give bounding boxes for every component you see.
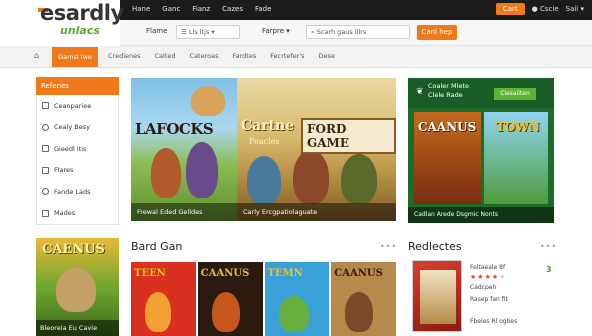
character-figure [56,268,96,312]
sidebar-item[interactable]: Mades [37,203,118,225]
hero-title-right: FORD GAME [301,118,396,154]
hero-carousel[interactable]: LAFOCKS Cartne Feacles FORD GAME Frewal … [131,78,396,221]
character-figure [345,292,374,332]
sidebar-heading: Refenes [36,77,119,95]
sidebar-item[interactable]: Cealy Besy [37,117,118,139]
character-figure [341,154,377,204]
promo-button[interactable]: Clesaiiten [494,88,536,100]
hero-slide-left[interactable] [131,78,237,221]
star-icon: ★ [499,273,506,281]
sidebar-item[interactable]: Ceanpariee [37,95,118,117]
home-icon[interactable]: ⌂ [34,51,39,60]
logo-tagline: unlacs [60,24,100,37]
logo-wordmark: esardly [40,1,124,25]
character-figure [145,292,171,332]
hero-title-left: LAFOCKS [135,120,214,138]
recommended-more-icon[interactable]: ••• [540,242,557,251]
top-nav-item-home[interactable]: Hane [132,3,150,15]
game-card[interactable]: CAANUS [331,262,396,336]
hero-caption-right: Carly Ercgpatiolaguate [237,203,396,221]
star-icon: ★ [484,273,491,281]
search-row: Flame ☰ Lls ltjs ▾ Farpre ▾ ⌕ Scarh gaus… [120,20,592,46]
character-figure [247,156,281,204]
review-count: 3 [546,265,552,274]
circle-icon [42,123,49,131]
star-icon: ★ [470,273,477,281]
character-figure [293,150,329,204]
category-tab[interactable]: Dese [319,52,335,60]
board-games-more-icon[interactable]: ••• [380,242,397,251]
account-link[interactable]: ● Cscie [532,3,559,15]
site-logo[interactable]: esardly unlacs [0,0,124,44]
game-card[interactable]: TEEN [131,262,196,336]
top-nav-item-games[interactable]: Ganc [162,3,180,15]
top-nav-item-fianz[interactable]: Fianz [192,3,210,15]
featured-game-title: CAENUS [42,242,105,257]
character-figure [186,142,218,198]
sidebar-item[interactable]: Fande Lads [37,181,118,203]
top-nav: Hane Ganc Fianz Cazes Fade [132,3,271,15]
sidebar-item[interactable]: Gieedl itis [37,138,118,160]
category-tab[interactable]: Calted [155,52,176,60]
character-figure [278,296,309,332]
featured-game-caption: Bleoreia Eu Cavie [36,320,119,336]
recommended-footer: Fbeles Rl ogbes [470,318,518,325]
game-card[interactable]: CAANUS [197,262,263,336]
cart-button[interactable]: Cart [495,3,525,15]
character-figure [151,148,181,198]
promo-header: ❦ Coaler Mlete Clele Rade Clesaiiten [408,78,554,108]
leaf-icon: ❦ [416,87,424,97]
board-games-heading: Bard Gan [131,240,183,253]
rating-stars: ★ ★ ★ ★ ★ [470,273,505,281]
category-tab[interactable]: Credienes [108,52,141,60]
category-tabs: Credienes Calted Cateroas Fardtes Fecrte… [108,52,335,60]
recommended-game-art [420,270,456,324]
hero-subtitle-mid: Feacles [249,137,280,146]
category-tab[interactable]: Fardtes [232,52,256,60]
chat-icon [42,209,49,217]
star-icon: ★ [491,273,499,281]
doc-icon [42,166,49,174]
top-right-actions: Cart ● Cscie Saii ▾ [495,3,584,15]
search-input[interactable]: ⌕ Scarh gaus lllrs [306,25,410,39]
list-icon [42,102,49,110]
recommended-heading: Redlectes [408,240,462,253]
star-icon: ★ [477,273,484,281]
promo-title-left: CAANUS [418,120,477,134]
category-tab[interactable]: Fecrtefer's [270,52,304,60]
game-card[interactable]: TEMN [264,262,330,336]
recommended-subtitle: Cadcpeh [470,284,497,291]
category-bar: ⌂ Gamsl Iwo Credienes Calted Cateroas Fa… [0,46,592,68]
board-games-row: TEEN CAANUS TEMN CAANUS [131,262,396,336]
sort-label[interactable]: Farpre ▾ [262,27,290,35]
sidebar-list: Ceanpariee Cealy Besy Gieedl itis Flares… [36,95,119,225]
top-nav-item-cazes[interactable]: Cazes [222,3,243,15]
filter-label: Flame [146,27,168,35]
character-figure [191,86,225,116]
featured-game-box[interactable]: CAENUS Bleoreia Eu Cavie [36,238,119,336]
recommended-title[interactable]: Feltaeale 8f [470,264,505,271]
grid-icon [42,145,49,153]
recommended-meta: Rasep fan fit [470,296,508,303]
promo-banner[interactable]: ❦ Coaler Mlete Clele Rade Clesaiiten CAA… [408,78,554,223]
ring-icon [42,188,49,196]
filter-select[interactable]: ☰ Lls ltjs ▾ [176,25,240,39]
hero-title-mid: Cartne [241,118,295,134]
promo-title-right: TOWN [496,120,540,134]
promo-caption: Cadlan Arede Dsgmic Nonts [408,207,554,223]
category-tab-active[interactable]: Gamsl Iwo [52,47,98,67]
search-button[interactable]: Canl hep [417,25,457,40]
hero-caption-left: Frewal Eded Gelldes [131,203,237,221]
category-tab[interactable]: Cateroas [190,52,219,60]
character-figure [211,292,240,332]
sign-link[interactable]: Saii ▾ [566,3,584,15]
sidebar-item[interactable]: Flares [37,160,118,182]
top-nav-item-fade[interactable]: Fade [255,3,271,15]
